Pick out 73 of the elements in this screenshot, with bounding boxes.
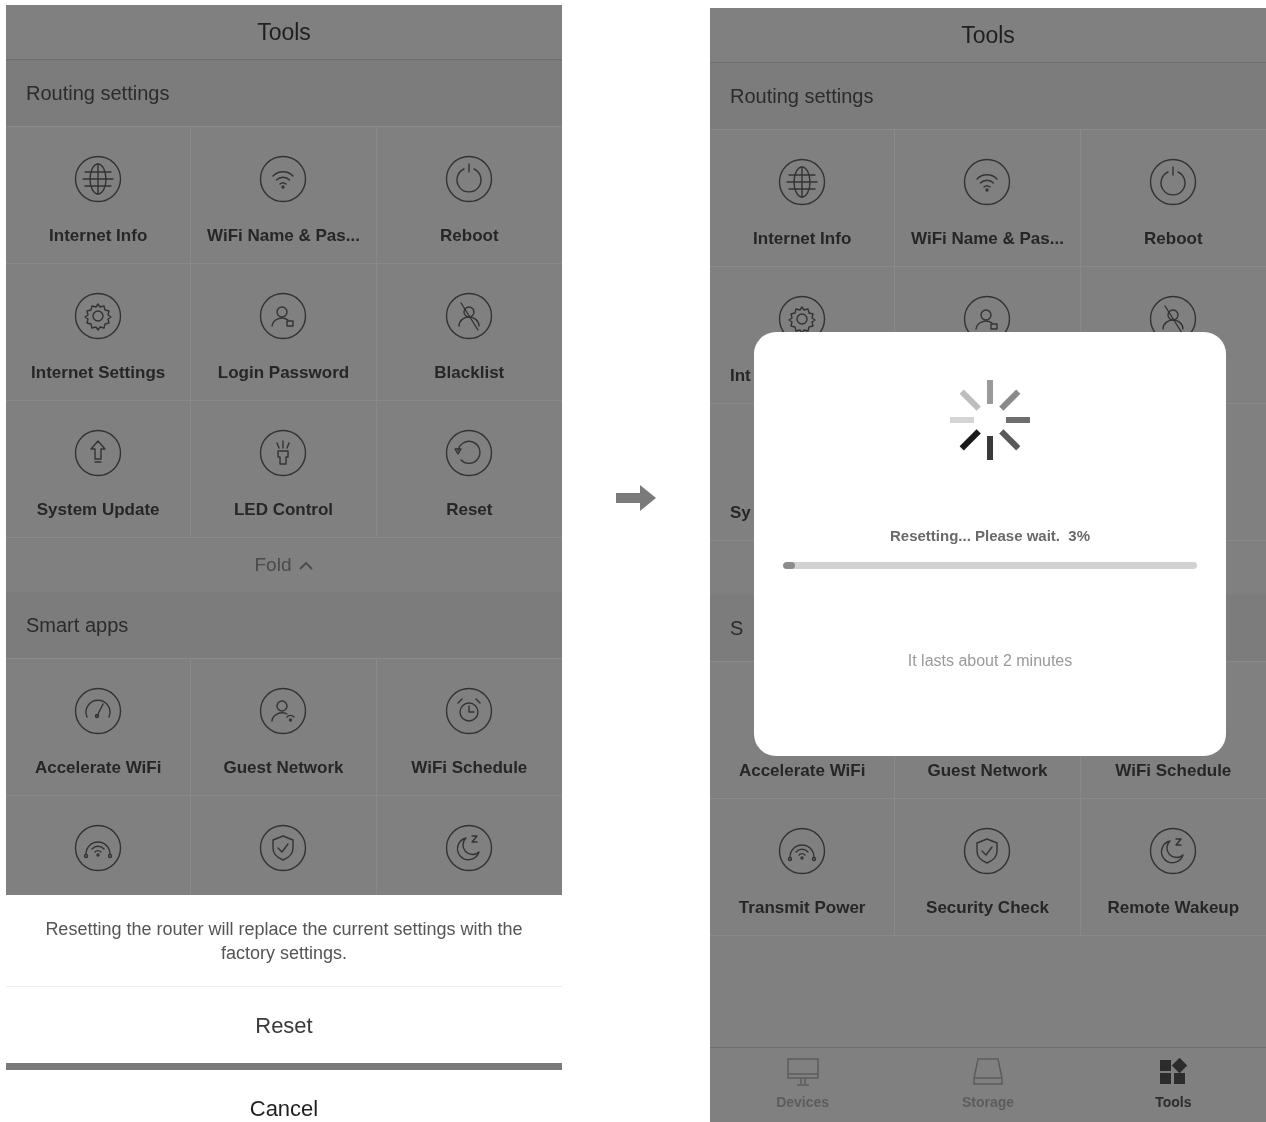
section-header: Routing settings <box>6 60 562 127</box>
tool-tile[interactable]: Reboot <box>1080 130 1266 267</box>
wifi-icon <box>259 155 308 203</box>
user-lock-icon <box>259 292 308 340</box>
tool-label: Guest Network <box>223 757 344 779</box>
wifi-signal-icon <box>778 827 827 875</box>
wifi-icon <box>963 158 1012 206</box>
progress-message: Resetting... Please wait. 3% <box>889 526 1091 546</box>
tool-label: Accelerate WiFi <box>34 757 162 779</box>
tool-label: Accelerate WiFi <box>738 760 866 782</box>
tool-tile[interactable]: WiFi Schedule <box>376 659 562 796</box>
reset-icon <box>445 429 494 477</box>
tool-label: Remote Wakeup <box>1107 897 1240 919</box>
section-header: Smart apps <box>6 592 562 659</box>
power-icon <box>1149 158 1198 206</box>
globe-icon <box>74 155 123 203</box>
drive-icon <box>972 1058 1004 1086</box>
globe-icon <box>778 158 827 206</box>
tool-tile[interactable]: Reset <box>376 401 562 538</box>
tool-tile[interactable]: Reboot <box>376 127 562 264</box>
tool-label: Reset <box>446 499 493 521</box>
tool-label: LED Control <box>233 499 334 521</box>
tool-label: Internet Info <box>753 228 852 250</box>
tool-tile[interactable]: LED Control <box>191 401 377 538</box>
tool-tile[interactable]: Remote Wakeup <box>1080 799 1266 936</box>
chevron-up-icon <box>299 560 314 570</box>
moon-icon <box>1149 827 1198 875</box>
tool-label: Reboot <box>440 225 499 247</box>
tool-label: System Update <box>36 499 160 521</box>
tool-tile[interactable]: Accelerate WiFi <box>6 659 192 796</box>
tool-label: Blacklist <box>434 362 505 384</box>
tool-tile[interactable]: Internet Info <box>6 127 192 264</box>
settings-icon <box>74 292 123 340</box>
shield-check-icon <box>963 827 1012 875</box>
tool-tile[interactable]: Internet Info <box>710 130 896 267</box>
tool-tile[interactable]: Guest Network <box>191 659 377 796</box>
tool-label: WiFi Name & Pas... <box>911 228 1064 250</box>
user-blocked-icon <box>445 292 494 340</box>
tool-label: Transmit Power <box>738 897 866 919</box>
alarm-clock-icon <box>445 687 494 735</box>
tab[interactable]: Tools <box>1080 1048 1266 1122</box>
tool-label: WiFi Schedule <box>411 757 528 779</box>
tool-tile[interactable]: Blacklist <box>376 264 562 401</box>
tool-label: Internet Settings <box>31 362 166 384</box>
tool-label: WiFi Name & Pas... <box>207 225 360 247</box>
tool-tile[interactable]: WiFi Name & Pas... <box>895 130 1081 267</box>
section-header: Routing settings <box>710 63 1266 130</box>
arrow-icon <box>616 485 656 511</box>
tool-tile[interactable]: Transmit Power <box>710 799 896 936</box>
tool-tile[interactable]: Login Password <box>191 264 377 401</box>
spinner-icon <box>948 378 1032 462</box>
wifi-signal-icon <box>74 824 123 872</box>
lamp-icon <box>259 429 308 477</box>
upload-icon <box>74 429 123 477</box>
tool-label: Sy <box>729 502 751 524</box>
tool-label: Internet Info <box>49 225 148 247</box>
tool-label: Reboot <box>1144 228 1203 250</box>
tool-label: WiFi Schedule <box>1115 760 1232 782</box>
user-wifi-icon <box>259 687 308 735</box>
tool-tile[interactable]: System Update <box>6 401 192 538</box>
tool-tile[interactable]: WiFi Name & Pas... <box>191 127 377 264</box>
tool-label: Login Password <box>217 362 350 384</box>
tool-tile[interactable]: Security Check <box>895 799 1081 936</box>
shield-check-icon <box>259 824 308 872</box>
tool-label: Security Check <box>926 897 1049 919</box>
gauge-icon <box>74 687 123 735</box>
power-icon <box>445 155 494 203</box>
apps-icon <box>1159 1058 1188 1086</box>
moon-icon <box>445 824 494 872</box>
tool-label: Int <box>729 365 751 387</box>
tool-tile[interactable]: Internet Settings <box>6 264 192 401</box>
monitor-icon <box>786 1058 819 1086</box>
tool-label: Guest Network <box>927 760 1048 782</box>
